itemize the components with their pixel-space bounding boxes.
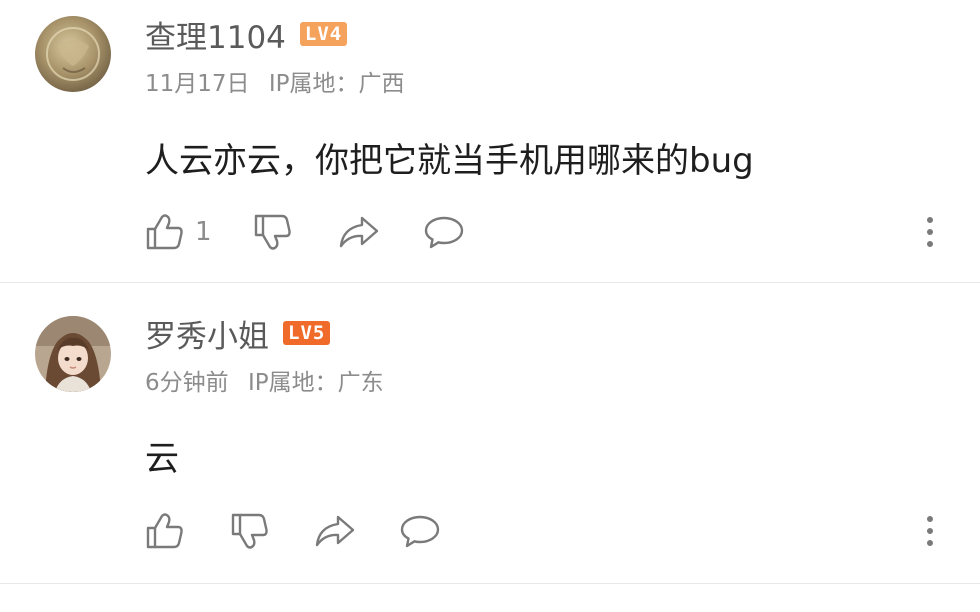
reply-bubble-icon bbox=[424, 216, 464, 249]
share-icon bbox=[315, 515, 355, 547]
username[interactable]: 查理1104 bbox=[145, 12, 286, 57]
divider bbox=[0, 583, 980, 584]
like-count: 1 bbox=[195, 217, 212, 247]
comment-actions: 1 bbox=[145, 212, 945, 252]
more-vertical-icon bbox=[927, 214, 933, 250]
reply-bubble-icon bbox=[400, 515, 440, 548]
comment-meta: 6分钟前 IP属地：广东 bbox=[145, 363, 384, 397]
comment-date: 6分钟前 bbox=[145, 370, 229, 396]
thumbs-down-icon bbox=[231, 513, 268, 549]
comment-date: 11月17日 bbox=[145, 71, 250, 97]
ip-location: IP属地：广西 bbox=[268, 71, 405, 97]
avatar[interactable] bbox=[35, 316, 111, 392]
user-row: 罗秀小姐 LV5 bbox=[145, 311, 331, 356]
share-button[interactable] bbox=[314, 511, 356, 551]
comment-actions bbox=[145, 511, 945, 551]
comment-item: 查理1104 LV4 11月17日 IP属地：广西 人云亦云，你把它就当手机用哪… bbox=[0, 0, 980, 282]
share-icon bbox=[339, 216, 379, 248]
like-button[interactable]: 1 bbox=[145, 212, 212, 252]
avatar-image bbox=[35, 16, 111, 92]
thumbs-down-icon bbox=[254, 214, 291, 250]
more-vertical-icon bbox=[927, 513, 933, 549]
comment-meta: 11月17日 IP属地：广西 bbox=[145, 64, 405, 98]
comment-text: 人云亦云，你把它就当手机用哪来的bug bbox=[145, 141, 754, 181]
reply-button[interactable] bbox=[399, 511, 441, 551]
dislike-button[interactable] bbox=[253, 212, 293, 252]
share-button[interactable] bbox=[338, 212, 380, 252]
more-options-button[interactable] bbox=[915, 212, 945, 252]
avatar[interactable] bbox=[35, 16, 111, 92]
thumbs-up-icon bbox=[146, 513, 183, 549]
reply-button[interactable] bbox=[423, 212, 465, 252]
thumbs-up-icon bbox=[146, 214, 183, 250]
username[interactable]: 罗秀小姐 bbox=[145, 311, 269, 356]
comment-text: 云 bbox=[145, 439, 179, 479]
like-button[interactable] bbox=[145, 511, 195, 551]
level-badge: LV4 bbox=[299, 22, 348, 46]
comment-item: 罗秀小姐 LV5 6分钟前 IP属地：广东 云 bbox=[0, 283, 980, 583]
avatar-image bbox=[35, 316, 111, 392]
ip-location: IP属地：广东 bbox=[247, 370, 384, 396]
level-badge: LV5 bbox=[283, 321, 331, 345]
dislike-button[interactable] bbox=[230, 511, 270, 551]
user-row: 查理1104 LV4 bbox=[145, 12, 348, 57]
more-options-button[interactable] bbox=[915, 511, 945, 551]
